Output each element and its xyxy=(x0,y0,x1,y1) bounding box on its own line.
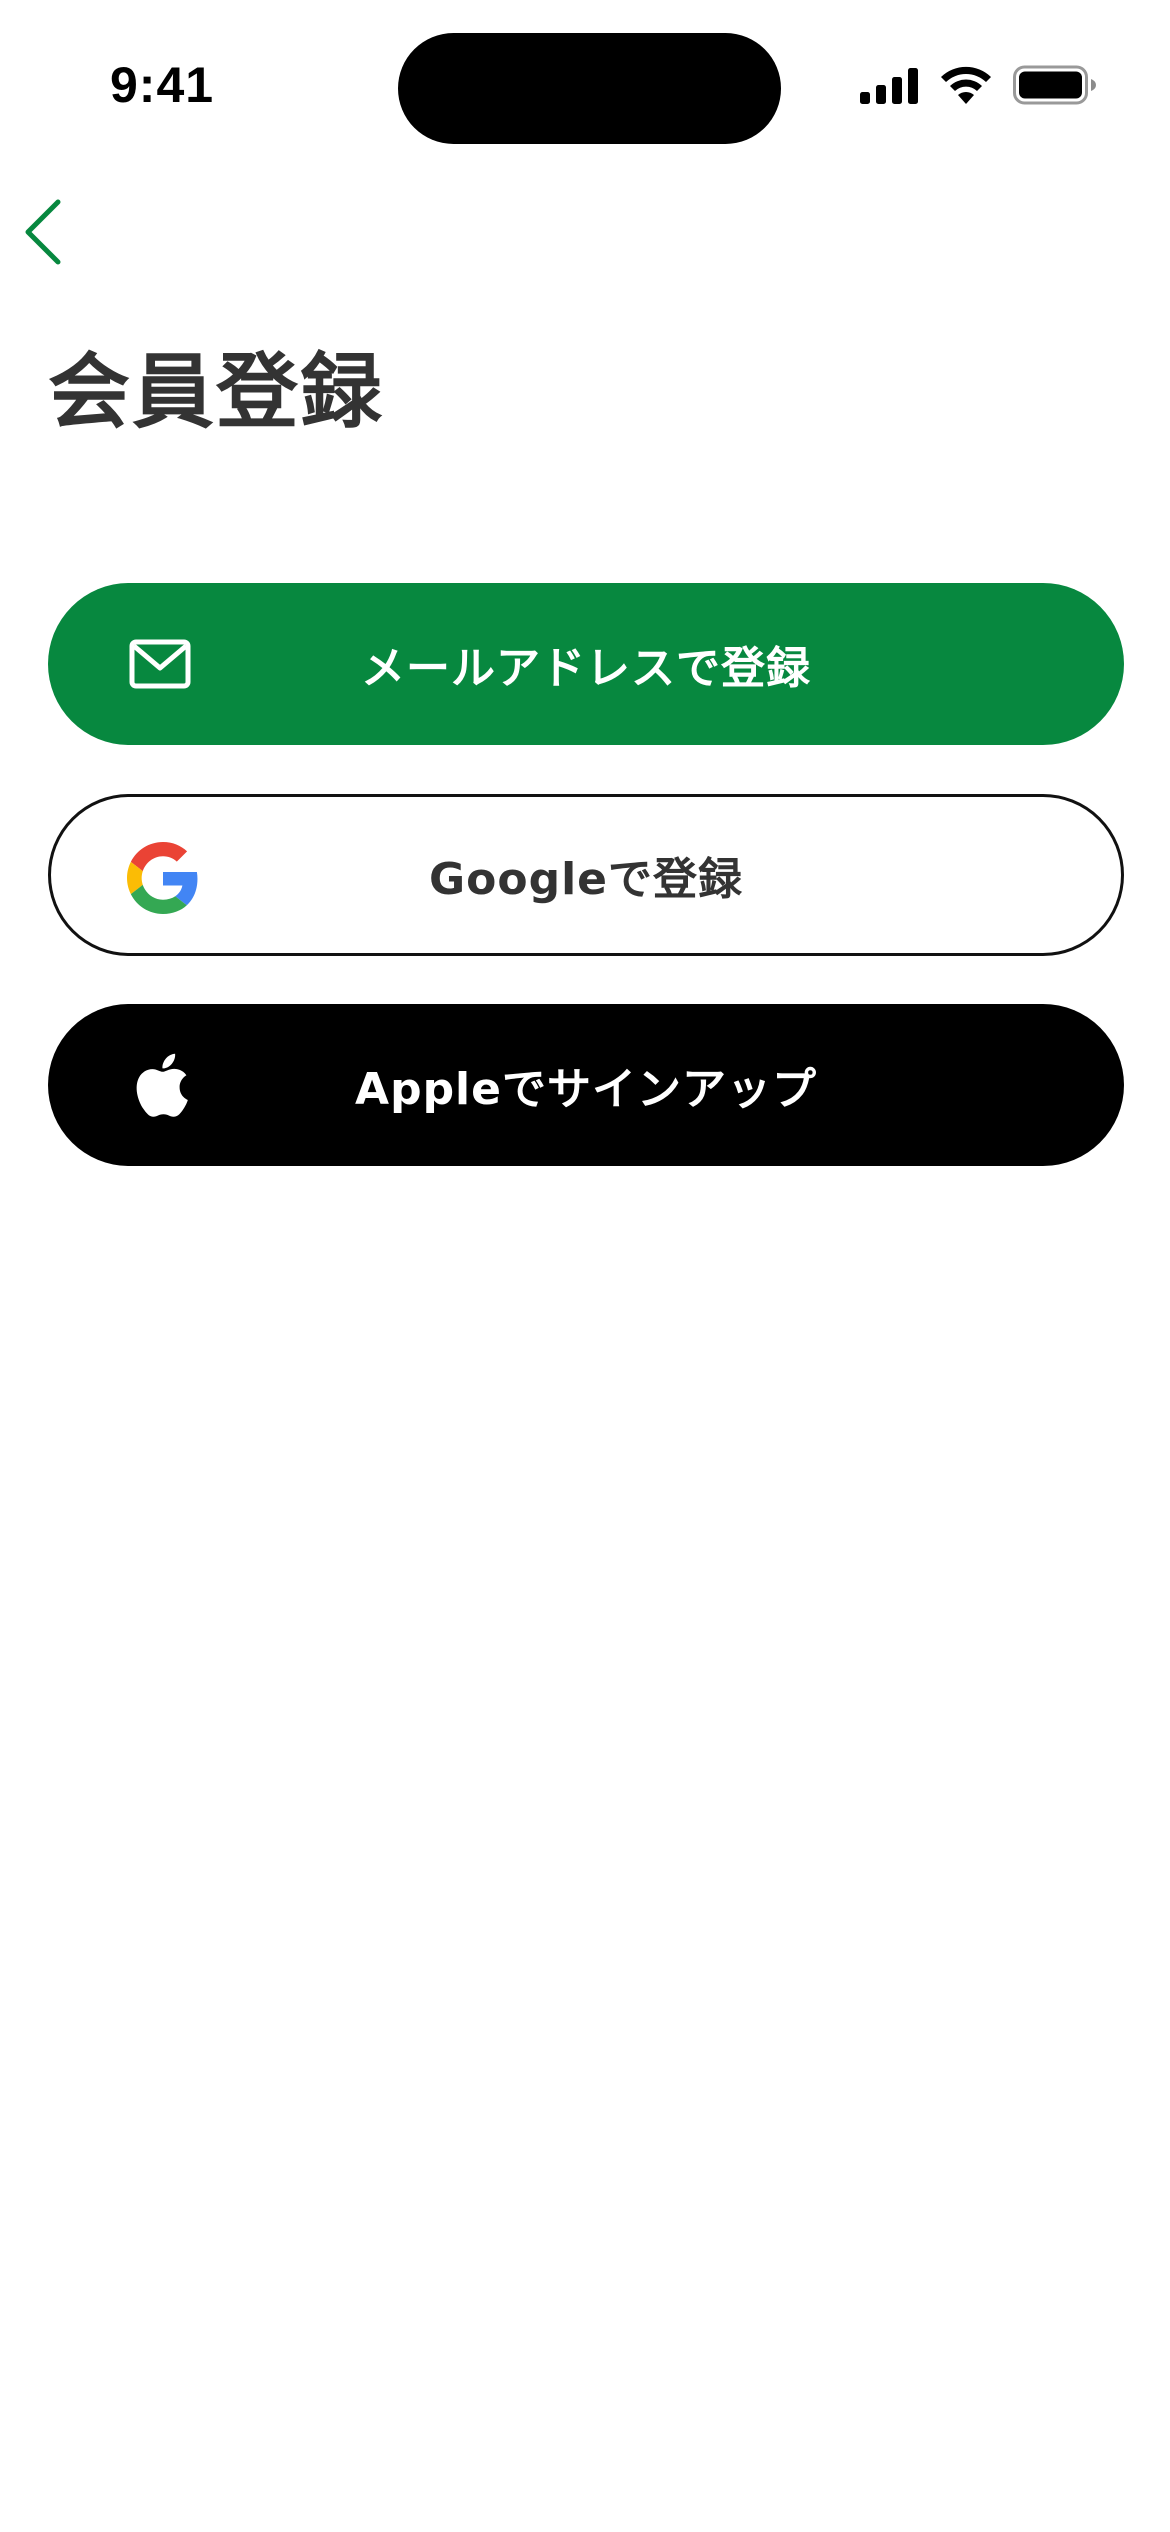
google-signup-button[interactable]: Googleで登録 xyxy=(48,794,1124,956)
email-signup-button[interactable]: メールアドレスで登録 xyxy=(48,583,1124,745)
email-signup-label: メールアドレスで登録 xyxy=(361,643,811,694)
battery-icon xyxy=(1013,65,1096,105)
back-button[interactable] xyxy=(14,190,84,270)
page-title: 会員登録 xyxy=(48,345,385,440)
google-signup-label: Googleで登録 xyxy=(429,854,743,905)
apple-signup-label: Appleでサインアップ xyxy=(355,1064,817,1115)
google-icon xyxy=(125,840,201,916)
apple-icon xyxy=(122,1047,198,1123)
mail-icon xyxy=(122,626,198,702)
cellular-signal-icon xyxy=(860,68,918,104)
chevron-left-icon xyxy=(25,199,61,265)
dynamic-island xyxy=(398,33,781,144)
status-bar: 9:41 xyxy=(0,0,1170,150)
status-time: 9:41 xyxy=(110,57,215,113)
apple-signup-button[interactable]: Appleでサインアップ xyxy=(48,1004,1124,1166)
wifi-icon xyxy=(941,66,991,104)
